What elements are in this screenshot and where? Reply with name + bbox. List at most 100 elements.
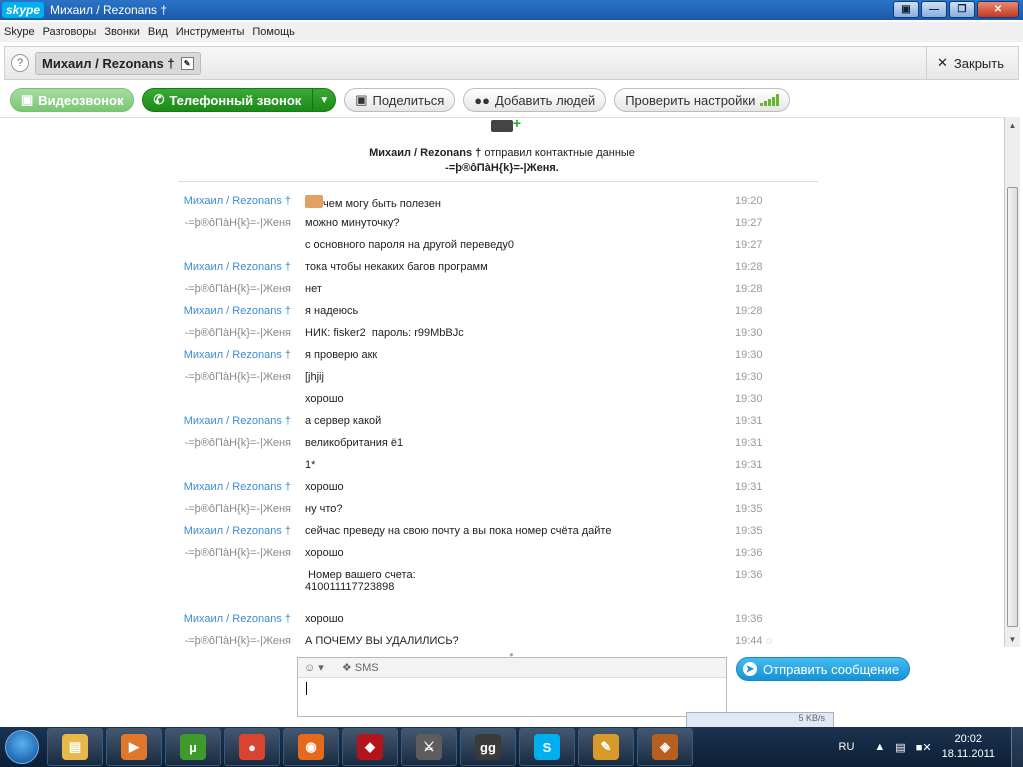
message-time-value: 19:30 [735, 349, 763, 361]
download-manager-icon: ◈ [652, 734, 678, 760]
language-indicator[interactable]: RU [839, 741, 855, 753]
message-sender[interactable]: -=þ®ôΠàH{k}=-|Женя [185, 503, 291, 515]
gadu-gadu-icon: gg [475, 734, 501, 760]
message-sender[interactable]: Михаил / Rezonans † [184, 613, 291, 625]
taskbar-app-button[interactable]: µ [165, 728, 221, 766]
contact-card-sender: Михаил / Rezonans † [369, 147, 482, 159]
media-player-icon: ▶ [121, 734, 147, 760]
message-sender[interactable]: Михаил / Rezonans † [184, 415, 291, 427]
clock-time: 20:02 [954, 733, 983, 745]
taskbar-app-button[interactable]: S [519, 728, 575, 766]
contact-card-contact[interactable]: -=þ®ôΠàH{k}=-|Женя. [0, 162, 1004, 174]
sms-button[interactable]: ❖ SMS [342, 661, 379, 674]
message-time: 19:27 [735, 217, 763, 229]
send-message-button[interactable]: ➤ Отправить сообщение [736, 657, 911, 681]
message-sender[interactable]: Михаил / Rezonans † [184, 349, 291, 361]
taskbar-app-button[interactable]: ◉ [283, 728, 339, 766]
close-window-button[interactable]: ✕ [977, 1, 1019, 18]
message-text: хорошо [305, 481, 344, 493]
menu-view[interactable]: Вид [148, 26, 168, 38]
taskbar-app-button[interactable]: ● [224, 728, 280, 766]
message-sender[interactable]: Михаил / Rezonans † [184, 305, 291, 317]
taskbar-app-button[interactable]: ◆ [342, 728, 398, 766]
message-sender[interactable]: -=þ®ôΠàH{k}=-|Женя [185, 635, 291, 647]
network-icon[interactable]: ▤ [895, 741, 905, 754]
message-composer[interactable]: ☺ ▾ ❖ SMS [297, 657, 727, 717]
chevron-up-icon[interactable]: ▲ [874, 741, 885, 753]
close-icon: ✕ [937, 55, 948, 70]
message-time: 19:20 [735, 195, 763, 207]
menu-bar: Skype Разговоры Звонки Вид Инструменты П… [0, 22, 1023, 42]
message-text-wrap: А ПОЧЕМУ ВЫ УДАЛИЛИСЬ? [305, 635, 459, 647]
message-time-value: 19:36 [735, 613, 763, 625]
emoticon-icon[interactable]: ☺ ▾ [304, 661, 324, 674]
taskbar-app-button[interactable]: ▶ [106, 728, 162, 766]
message-text: можно минуточку? [305, 217, 400, 229]
message-sender[interactable]: Михаил / Rezonans † [184, 481, 291, 493]
scroll-up-icon[interactable]: ▲ [1005, 117, 1020, 133]
message-sender[interactable]: Михаил / Rezonans † [184, 525, 291, 537]
message-time-value: 19:35 [735, 525, 763, 537]
contact-card-caption: Михаил / Rezonans † отправил контактные … [0, 147, 1004, 159]
taskbar-app-button[interactable]: ◈ [637, 728, 693, 766]
message-time-value: 19:27 [735, 217, 763, 229]
start-button[interactable] [0, 727, 44, 767]
message-sender[interactable]: -=þ®ôΠàH{k}=-|Женя [185, 547, 291, 559]
maximize-button[interactable]: ❐ [949, 1, 975, 18]
chat-scrollbar[interactable]: ▲ ▼ [1004, 117, 1020, 647]
clock[interactable]: 20:02 18.11.2011 [942, 732, 995, 762]
message-text: А ПОЧЕМУ ВЫ УДАЛИЛИСЬ? [305, 635, 459, 647]
message-sender[interactable]: -=þ®ôΠàH{k}=-|Женя [185, 283, 291, 295]
chat-history[interactable]: Михаил / Rezonans † отправил контактные … [0, 115, 1004, 647]
message-time: 19:36 [735, 613, 763, 625]
title-bar: skype Михаил / Rezonans † ▣ — ❐ ✕ [0, 0, 1023, 20]
message-time: 19:36 [735, 569, 763, 581]
window-controls: ▣ — ❐ ✕ [893, 1, 1019, 18]
taskbar-app-button[interactable]: ✎ [578, 728, 634, 766]
volume-muted-icon[interactable]: ■✕ [916, 741, 932, 754]
message-text: Номер вашего счета: 410011117723898 [305, 569, 416, 593]
explorer-icon: ▤ [62, 734, 88, 760]
menu-skype[interactable]: Skype [4, 26, 35, 38]
message-time: 19:35 [735, 525, 763, 537]
add-people-button[interactable]: ●● Добавить людей [463, 88, 607, 112]
message-sender[interactable]: Михаил / Rezonans † [184, 195, 291, 207]
restore-button[interactable]: ▣ [893, 1, 919, 18]
call-toolbar: ▣ Видеозвонок ✆ Телефонный звонок ▼ ▣ По… [10, 88, 791, 112]
minimize-button[interactable]: — [921, 1, 947, 18]
edit-icon[interactable]: ✎ [180, 56, 194, 70]
share-screen-icon: ▣ [355, 92, 368, 107]
show-desktop-button[interactable] [1011, 727, 1023, 767]
menu-tools[interactable]: Инструменты [176, 26, 245, 38]
menu-help[interactable]: Помощь [252, 26, 295, 38]
message-time-value: 19:20 [735, 195, 763, 207]
message-text: я проверю акк [305, 349, 378, 361]
message-text-wrap: 1* [305, 459, 315, 471]
menu-conversations[interactable]: Разговоры [43, 26, 97, 38]
taskbar-app-button[interactable]: ▤ [47, 728, 103, 766]
phone-icon: ✆ [153, 92, 165, 107]
message-text-wrap: хорошо [305, 393, 344, 405]
scroll-thumb[interactable] [1007, 187, 1018, 627]
message-sender[interactable]: Михаил / Rezonans † [184, 261, 291, 273]
phone-call-button[interactable]: ✆ Телефонный звонок ▼ [142, 88, 337, 112]
close-conversation-button[interactable]: ✕ Закрыть [926, 47, 1018, 79]
contact-name-tab[interactable]: Михаил / Rezonans † ✎ [35, 51, 201, 75]
scroll-down-icon[interactable]: ▼ [1005, 631, 1020, 647]
separator [178, 181, 818, 182]
taskbar-app-button[interactable]: ⚔ [401, 728, 457, 766]
taskbar-app-button[interactable]: gg [460, 728, 516, 766]
question-icon[interactable]: ? [11, 54, 29, 72]
chevron-down-icon[interactable]: ▼ [312, 89, 335, 111]
video-call-button[interactable]: ▣ Видеозвонок [10, 88, 135, 112]
message-sender[interactable]: -=þ®ôΠàH{k}=-|Женя [185, 371, 291, 383]
message-text-wrap: сейчас преведу на свою почту а вы пока н… [305, 525, 611, 537]
message-time: 19:31 [735, 481, 763, 493]
message-sender[interactable]: -=þ®ôΠàH{k}=-|Женя [185, 217, 291, 229]
message-sender[interactable]: -=þ®ôΠàH{k}=-|Женя [185, 437, 291, 449]
menu-calls[interactable]: Звонки [104, 26, 140, 38]
share-button[interactable]: ▣ Поделиться [344, 88, 456, 112]
message-sender[interactable]: -=þ®ôΠàH{k}=-|Женя [185, 327, 291, 339]
message-text-wrap: хорошо [305, 613, 344, 625]
check-settings-button[interactable]: Проверить настройки [614, 88, 791, 112]
